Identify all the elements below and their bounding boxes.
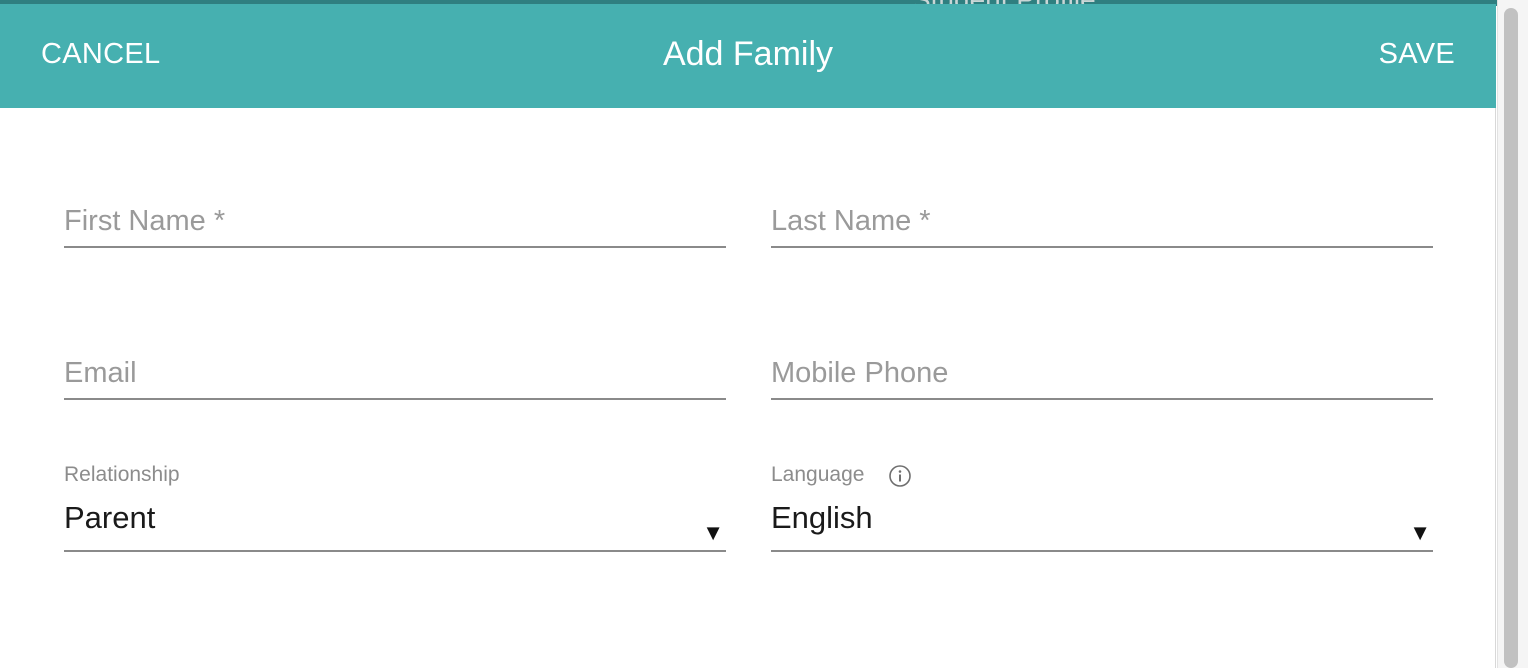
- first-name-field: [64, 188, 726, 248]
- first-name-input[interactable]: [64, 205, 726, 238]
- language-label: Language: [771, 463, 865, 486]
- relationship-label: Relationship: [64, 463, 180, 486]
- dialog-header: CANCEL Add Family SAVE: [0, 4, 1496, 108]
- dialog-title: Add Family: [662, 35, 834, 73]
- relationship-value: Parent: [64, 500, 156, 535]
- language-value: English: [771, 500, 873, 535]
- scrollbar[interactable]: [1497, 0, 1528, 668]
- mobile-phone-field: [771, 340, 1433, 400]
- caret-down-icon: ▼: [702, 520, 724, 545]
- last-name-input[interactable]: [771, 205, 1433, 238]
- email-input[interactable]: [64, 357, 726, 390]
- add-family-dialog: CANCEL Add Family SAVE Relationship Pare…: [0, 4, 1496, 668]
- info-icon[interactable]: [888, 464, 912, 488]
- last-name-field: [771, 188, 1433, 248]
- save-button[interactable]: SAVE: [1379, 38, 1455, 71]
- language-select[interactable]: English ▼: [771, 500, 1433, 552]
- caret-down-icon: ▼: [1409, 520, 1431, 545]
- mobile-phone-input[interactable]: [771, 357, 1433, 390]
- email-field: [64, 340, 726, 400]
- scrollbar-thumb[interactable]: [1504, 8, 1518, 668]
- relationship-select[interactable]: Parent ▼: [64, 500, 726, 552]
